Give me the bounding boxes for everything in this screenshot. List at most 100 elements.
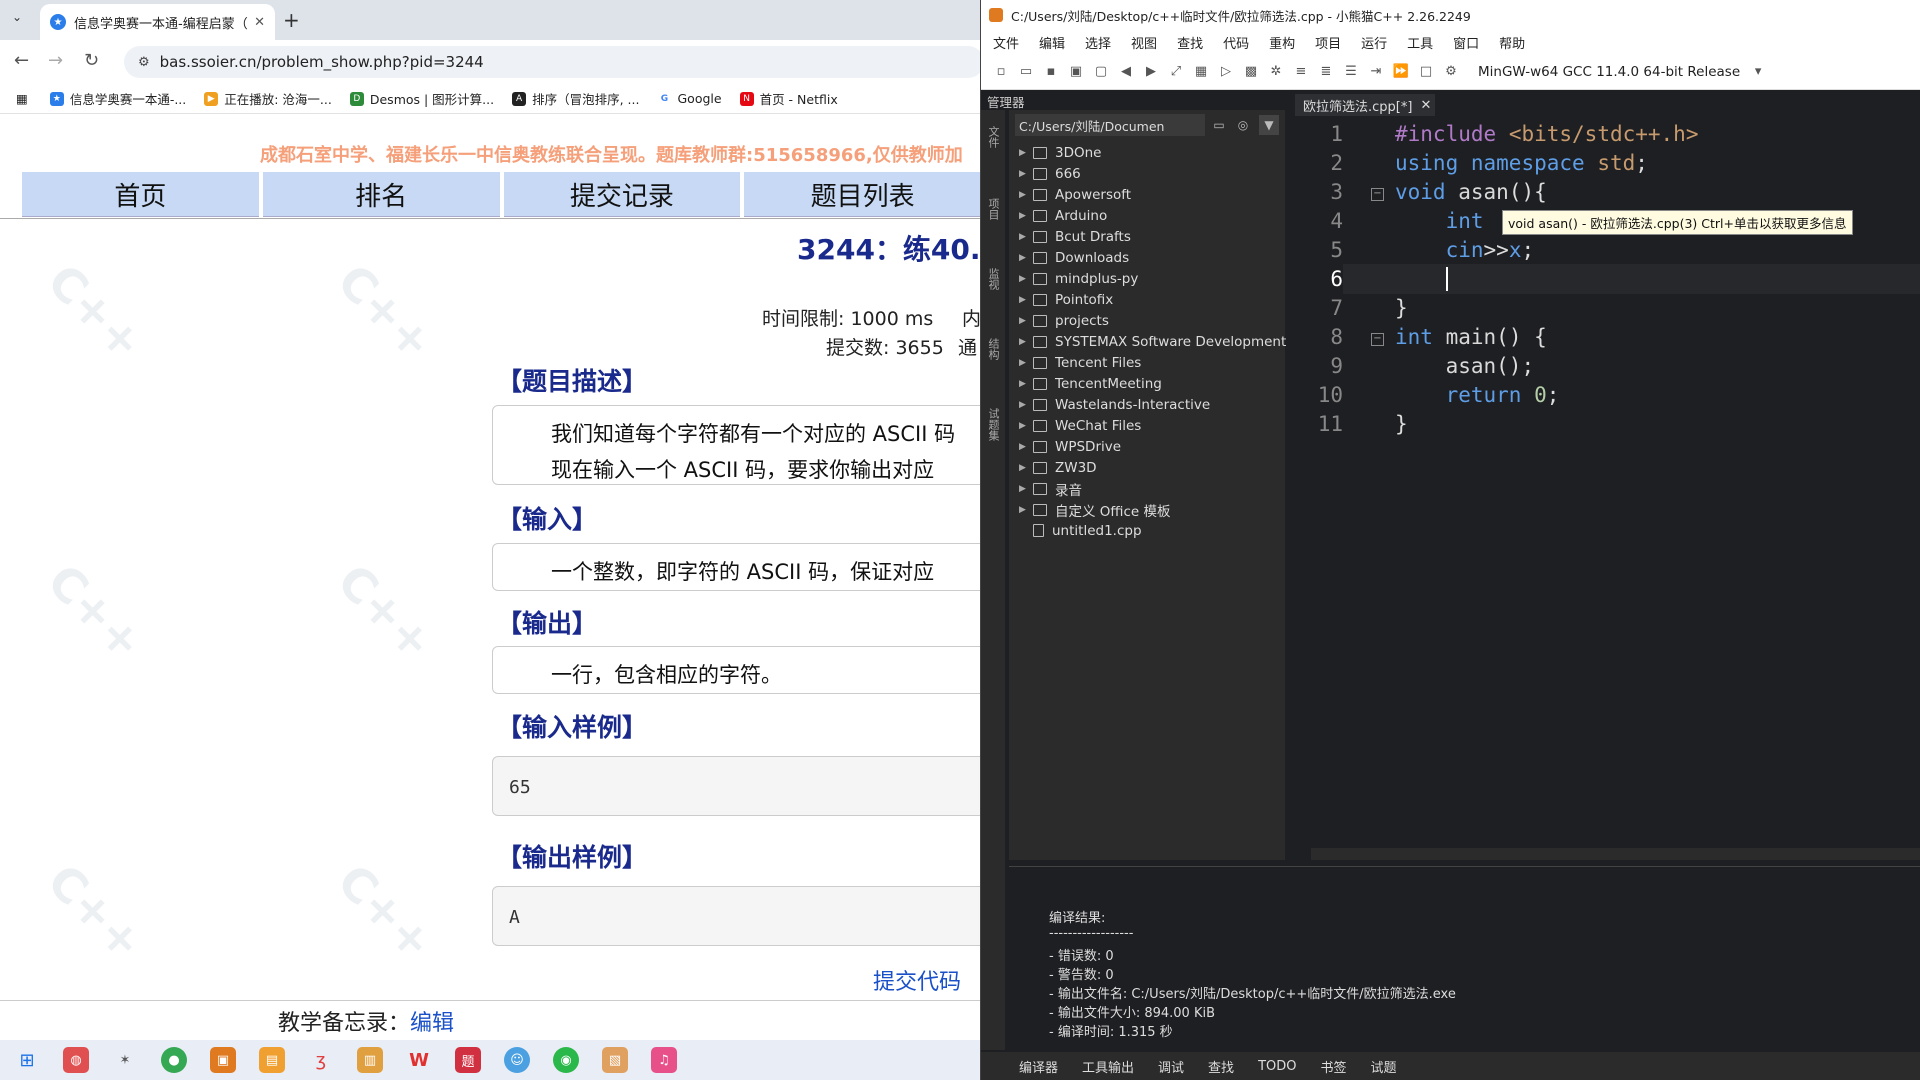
- file-tree-item[interactable]: ▶ SYSTEMAX Software Development: [1019, 331, 1286, 352]
- nav-problems[interactable]: 题目列表: [744, 172, 981, 217]
- fold-icon[interactable]: −: [1371, 188, 1384, 201]
- menu-select[interactable]: 选择: [1085, 33, 1111, 52]
- app-icon[interactable]: ✶: [112, 1047, 138, 1073]
- new-tab-icon[interactable]: +: [283, 8, 300, 32]
- side-tab-files[interactable]: 文件: [985, 126, 1001, 148]
- red-panda-ide-icon[interactable]: ▣: [210, 1047, 236, 1073]
- menu-search[interactable]: 查找: [1177, 33, 1203, 52]
- submit-code-link[interactable]: 提交代码: [873, 964, 961, 996]
- side-tab-project[interactable]: 项目: [985, 198, 1001, 220]
- address-bar[interactable]: ⚙ bas.ssoier.cn/problem_show.php?pid=324…: [124, 46, 984, 78]
- file-tree-item[interactable]: ▶ 666: [1019, 163, 1081, 184]
- app-icon[interactable]: ♫: [651, 1047, 677, 1073]
- menu-view[interactable]: 视图: [1131, 33, 1157, 52]
- menu-tools[interactable]: 工具: [1407, 33, 1433, 52]
- compile-icon[interactable]: ▦: [1193, 64, 1209, 80]
- bookmark-item[interactable]: ▶ 正在播放: 沧海一...: [204, 89, 332, 108]
- avatar-icon[interactable]: ☺: [504, 1047, 530, 1073]
- open-icon[interactable]: ▭: [1018, 64, 1034, 80]
- reload-icon[interactable]: ↻: [84, 50, 99, 71]
- folder-icon[interactable]: ▭: [1209, 115, 1229, 135]
- bookmark-item[interactable]: G Google: [657, 91, 722, 106]
- bookmark-item[interactable]: A 排序（冒泡排序, ...: [512, 89, 639, 108]
- menu-edit[interactable]: 编辑: [1039, 33, 1065, 52]
- fold-icon[interactable]: −: [1371, 333, 1384, 346]
- file-tree-item[interactable]: ▶ 3DOne: [1019, 142, 1101, 163]
- app-icon[interactable]: 题: [455, 1047, 481, 1073]
- app-icon[interactable]: ▤: [259, 1047, 285, 1073]
- nav-submissions[interactable]: 提交记录: [503, 172, 741, 217]
- menu-file[interactable]: 文件: [993, 33, 1019, 52]
- apps-icon[interactable]: ▦: [16, 91, 28, 106]
- chrome-icon[interactable]: ●: [161, 1047, 187, 1073]
- horizontal-scrollbar[interactable]: [1311, 848, 1920, 860]
- app-icon[interactable]: ▧: [602, 1047, 628, 1073]
- menu-project[interactable]: 项目: [1315, 33, 1341, 52]
- locate-icon[interactable]: ◎: [1233, 115, 1253, 135]
- file-tree-item[interactable]: untitled1.cpp: [1019, 520, 1142, 541]
- stop-icon[interactable]: □: [1418, 64, 1434, 80]
- step-icon[interactable]: ≡: [1293, 64, 1309, 80]
- step-into-icon[interactable]: ≣: [1318, 64, 1334, 80]
- app-icon[interactable]: ʒ: [308, 1047, 334, 1073]
- new-file-icon[interactable]: ▫: [993, 64, 1009, 80]
- chevron-down-icon[interactable]: ▾: [1750, 64, 1766, 80]
- bookmark-item[interactable]: ★ 信息学奥赛一本通-...: [49, 89, 186, 108]
- file-tree-item[interactable]: ▶ ZW3D: [1019, 457, 1097, 478]
- save-icon[interactable]: ▪: [1043, 64, 1059, 80]
- save-all-icon[interactable]: ▣: [1068, 64, 1084, 80]
- memo-edit-link[interactable]: 编辑: [410, 1011, 454, 1036]
- file-tree-item[interactable]: ▶ mindplus-py: [1019, 268, 1138, 289]
- tab-todo[interactable]: TODO: [1258, 1059, 1296, 1074]
- file-tree-item[interactable]: ▶ Pointofix: [1019, 289, 1113, 310]
- bookmark-item[interactable]: D Desmos | 图形计算...: [349, 89, 494, 108]
- tab-problems[interactable]: 试题: [1371, 1057, 1397, 1076]
- run-to-cursor-icon[interactable]: ⇥: [1368, 64, 1384, 80]
- file-tree-item[interactable]: ▶ Tencent Files: [1019, 352, 1141, 373]
- menu-code[interactable]: 代码: [1223, 33, 1249, 52]
- run-icon[interactable]: ▷: [1218, 64, 1234, 80]
- debug-icon[interactable]: ✲: [1268, 64, 1284, 80]
- bookmark-item[interactable]: N 首页 - Netflix: [739, 89, 838, 108]
- file-tree-item[interactable]: ▶ WeChat Files: [1019, 415, 1141, 436]
- forward-icon[interactable]: ▶: [1143, 64, 1159, 80]
- close-tab-icon[interactable]: ✕: [254, 15, 265, 30]
- side-tab-watch[interactable]: 监视: [985, 268, 1001, 290]
- filter-icon[interactable]: ▼: [1259, 115, 1279, 135]
- browser-tab[interactable]: ★ 信息学奥赛一本通-编程启蒙（C ✕: [40, 4, 275, 40]
- compiler-select[interactable]: MinGW-w64 GCC 11.4.0 64-bit Release: [1478, 64, 1740, 80]
- file-tree-item[interactable]: ▶ 录音: [1019, 478, 1082, 499]
- file-tree-item[interactable]: ▶ WPSDrive: [1019, 436, 1121, 457]
- nav-ranking[interactable]: 排名: [262, 172, 500, 217]
- tab-search-icon[interactable]: ⌄: [12, 10, 30, 28]
- close-tab-icon[interactable]: ✕: [1420, 98, 1431, 113]
- file-tree-item[interactable]: ▶ Wastelands-Interactive: [1019, 394, 1210, 415]
- site-info-icon[interactable]: ⚙: [138, 55, 150, 70]
- close-file-icon[interactable]: ▢: [1093, 64, 1109, 80]
- editor-tab[interactable]: 欧拉筛选法.cpp[*] ✕: [1295, 94, 1435, 116]
- side-tab-structure[interactable]: 结构: [985, 338, 1001, 360]
- profile-icon[interactable]: ⚙: [1443, 64, 1459, 80]
- side-tab-problemset[interactable]: 试题集: [985, 408, 1001, 441]
- windows-start-icon[interactable]: ⊞: [14, 1047, 40, 1073]
- wps-icon[interactable]: W: [406, 1047, 432, 1073]
- file-tree-item[interactable]: ▶ Arduino: [1019, 205, 1107, 226]
- folder-path-select[interactable]: C:/Users/刘陆/Documen: [1015, 114, 1205, 136]
- nav-home[interactable]: 首页: [22, 172, 259, 217]
- file-tree-item[interactable]: ▶ projects: [1019, 310, 1109, 331]
- file-tree-item[interactable]: ▶ Downloads: [1019, 247, 1129, 268]
- file-tree-item[interactable]: ▶ Apowersoft: [1019, 184, 1131, 205]
- tab-tools-output[interactable]: 工具输出: [1082, 1057, 1134, 1076]
- file-tree-item[interactable]: ▶ Bcut Drafts: [1019, 226, 1131, 247]
- continue-icon[interactable]: ⏩: [1393, 64, 1409, 80]
- menu-refactor[interactable]: 重构: [1269, 33, 1295, 52]
- menu-help[interactable]: 帮助: [1499, 33, 1525, 52]
- tab-debug[interactable]: 调试: [1158, 1057, 1184, 1076]
- app-icon[interactable]: ▥: [357, 1047, 383, 1073]
- fullscreen-icon[interactable]: ⤢: [1168, 64, 1184, 80]
- forward-icon[interactable]: →: [48, 50, 63, 71]
- wechat-icon[interactable]: ◉: [553, 1047, 579, 1073]
- compile-run-icon[interactable]: ▩: [1243, 64, 1259, 80]
- menu-window[interactable]: 窗口: [1453, 33, 1479, 52]
- menu-run[interactable]: 运行: [1361, 33, 1387, 52]
